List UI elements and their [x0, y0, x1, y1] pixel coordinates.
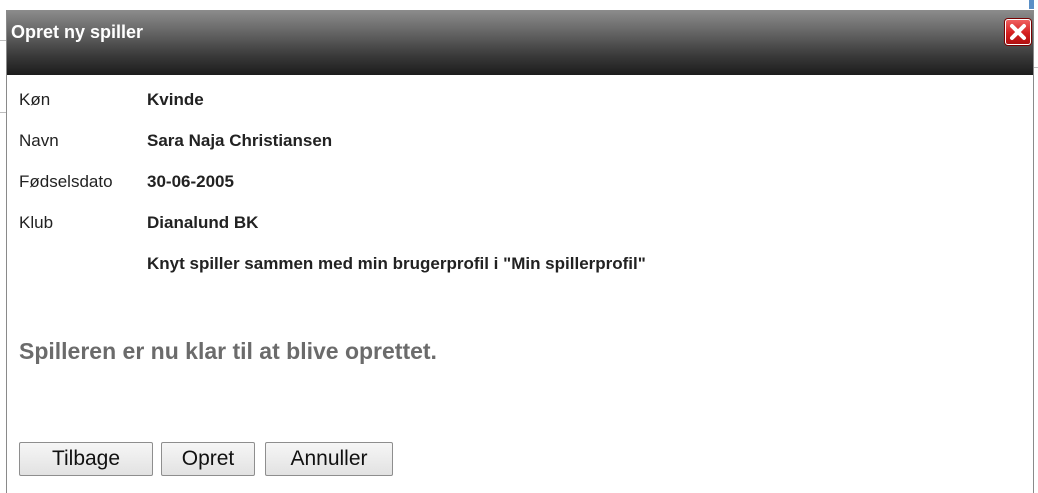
name-label: Navn: [19, 131, 59, 150]
gender-value: Kvinde: [147, 90, 204, 109]
page: Opret ny spiller Køn Kvinde Navn Sara Na…: [0, 0, 1038, 493]
dialog-titlebar[interactable]: Opret ny spiller: [7, 10, 1033, 75]
cancel-button[interactable]: Annuller: [265, 442, 393, 476]
close-x-icon: [1010, 24, 1026, 40]
link-profile-note: Knyt spiller sammen med min brugerprofil…: [147, 254, 646, 273]
background-marker: [1029, 0, 1034, 9]
status-message: Spilleren er nu klar til at blive oprett…: [19, 338, 437, 364]
birthdate-value: 30-06-2005: [147, 172, 234, 191]
birthdate-label: Fødselsdato: [19, 172, 113, 191]
gender-label: Køn: [19, 90, 51, 109]
create-player-dialog: Opret ny spiller Køn Kvinde Navn Sara Na…: [6, 10, 1034, 493]
close-button[interactable]: [1005, 19, 1031, 45]
info-row-birthdate: Fødselsdato 30-06-2005: [19, 172, 1021, 213]
info-row-link-note: Knyt spiller sammen med min brugerprofil…: [19, 254, 1021, 295]
back-button[interactable]: Tilbage: [19, 442, 153, 476]
name-value: Sara Naja Christiansen: [147, 131, 333, 150]
club-label: Klub: [19, 213, 54, 232]
dialog-body: Køn Kvinde Navn Sara Naja Christiansen F…: [19, 90, 1021, 295]
create-button[interactable]: Opret: [161, 442, 255, 476]
info-row-club: Klub Dianalund BK: [19, 213, 1021, 254]
dialog-title: Opret ny spiller: [11, 22, 144, 42]
info-row-gender: Køn Kvinde: [19, 90, 1021, 131]
info-row-name: Navn Sara Naja Christiansen: [19, 131, 1021, 172]
club-value: Dianalund BK: [147, 213, 259, 232]
